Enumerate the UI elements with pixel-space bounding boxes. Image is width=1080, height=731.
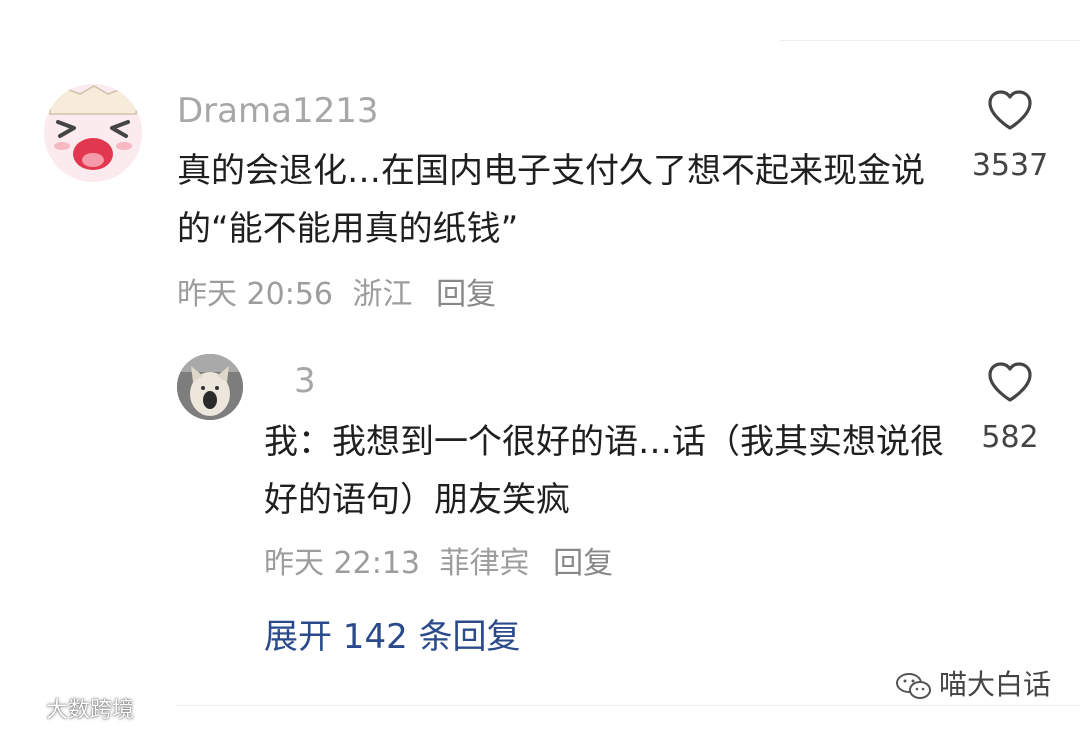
wechat-icon xyxy=(896,673,931,699)
watermark-left-text: 大数跨境 xyxy=(46,698,135,723)
comment-time: 昨天 20:56 xyxy=(177,277,333,312)
heart-outline-icon[interactable] xyxy=(986,88,1034,132)
avatar[interactable] xyxy=(177,354,243,420)
comment-meta: 昨天 20:56 浙江 回复 xyxy=(177,277,506,313)
bottom-divider xyxy=(175,705,1080,706)
comment-meta: 昨天 22:13 菲律宾 回复 xyxy=(264,546,623,582)
weibo-icon xyxy=(8,700,42,723)
watermark-right: 喵大白话 xyxy=(895,666,1051,704)
comment-text: 我：我想到一个很好的语…话（我其实想说很好的语句）朋友笑疯 xyxy=(264,422,944,520)
comment-time: 昨天 22:13 xyxy=(264,546,420,581)
like-button[interactable]: 582 xyxy=(955,360,1065,456)
avatar[interactable] xyxy=(44,84,142,182)
watermark-right-text: 喵大白话 xyxy=(939,668,1052,701)
expand-replies-link[interactable]: 展开 142 条回复 xyxy=(264,615,521,659)
comment-text: 真的会退化…在国内电子支付久了想不起来现金说的“能不能用真的纸钱” xyxy=(177,151,925,249)
comment-username[interactable]: Drama1213 xyxy=(177,91,378,131)
comment-location: 浙江 xyxy=(352,277,413,312)
reply-button[interactable]: 回复 xyxy=(553,546,613,581)
comment-location: 菲律宾 xyxy=(439,546,530,581)
watermark-left: 大数跨境 xyxy=(8,694,134,728)
heart-outline-icon[interactable] xyxy=(986,360,1034,404)
comment-username[interactable]: 3 xyxy=(294,361,316,401)
reply-button[interactable]: 回复 xyxy=(436,277,496,312)
top-divider xyxy=(780,40,1080,41)
like-count: 3537 xyxy=(971,148,1049,183)
like-count: 582 xyxy=(981,420,1039,455)
like-button[interactable]: 3537 xyxy=(955,88,1065,184)
